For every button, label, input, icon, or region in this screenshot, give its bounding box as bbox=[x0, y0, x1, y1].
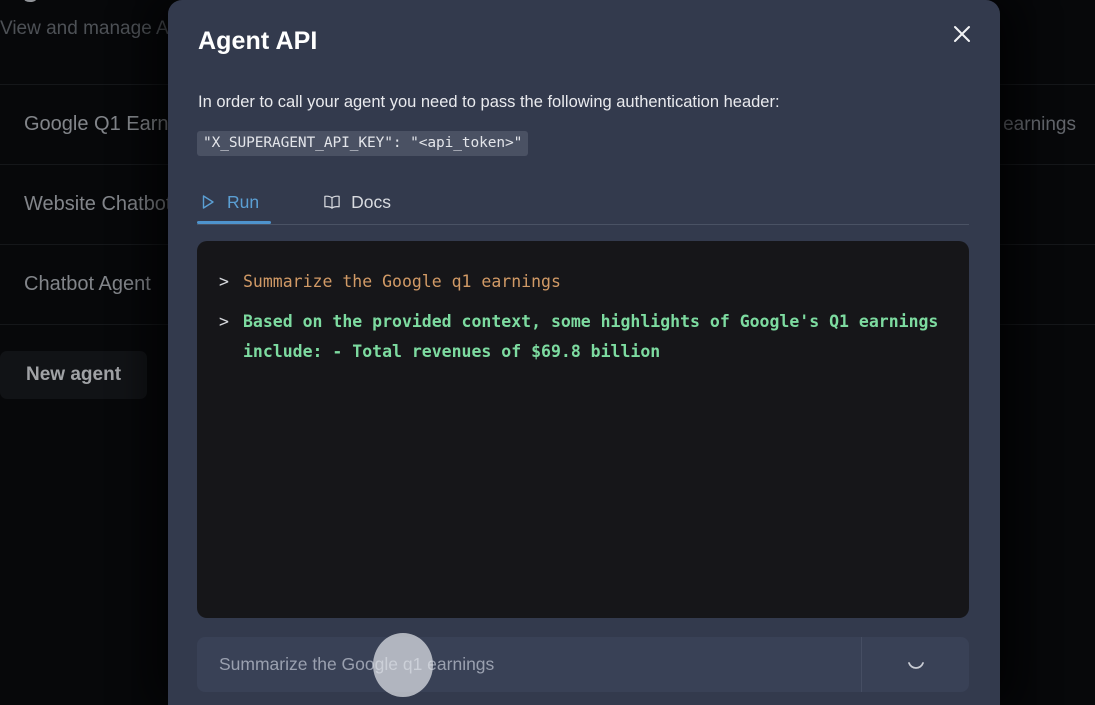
prompt-chevron-icon: > bbox=[219, 272, 229, 291]
play-triangle-icon bbox=[199, 193, 217, 211]
auth-description: In order to call your agent you need to … bbox=[198, 93, 780, 111]
modal-tabs: Run Docs bbox=[197, 181, 969, 225]
terminal-agent-answer: Based on the provided context, some high… bbox=[243, 312, 949, 361]
loading-spinner-icon bbox=[905, 654, 927, 676]
book-icon bbox=[323, 193, 341, 211]
agent-api-modal: Agent API In order to call your agent yo… bbox=[168, 0, 1000, 705]
auth-header-code: "X_SUPERAGENT_API_KEY": "<api_token>" bbox=[197, 131, 529, 156]
tab-run[interactable]: Run bbox=[197, 181, 272, 224]
modal-title: Agent API bbox=[198, 27, 318, 55]
send-button[interactable] bbox=[861, 637, 969, 692]
modal-body: Agent API In order to call your agent yo… bbox=[168, 0, 1000, 705]
prompt-chevron-icon: > bbox=[219, 312, 229, 331]
screen: Agents View and manage Agents Google Q1 … bbox=[0, 0, 1095, 705]
terminal-line: > Based on the provided context, some hi… bbox=[219, 307, 947, 367]
terminal-output[interactable]: > Summarize the Google q1 earnings > Bas… bbox=[197, 241, 969, 618]
terminal-line: > Summarize the Google q1 earnings bbox=[219, 267, 947, 297]
prompt-composer bbox=[197, 637, 969, 692]
close-icon[interactable] bbox=[946, 18, 978, 50]
terminal-user-prompt: Summarize the Google q1 earnings bbox=[243, 272, 561, 291]
prompt-input[interactable] bbox=[197, 637, 861, 692]
tab-run-label: Run bbox=[227, 191, 260, 212]
tab-docs[interactable]: Docs bbox=[321, 181, 403, 223]
tab-docs-label: Docs bbox=[351, 191, 391, 212]
